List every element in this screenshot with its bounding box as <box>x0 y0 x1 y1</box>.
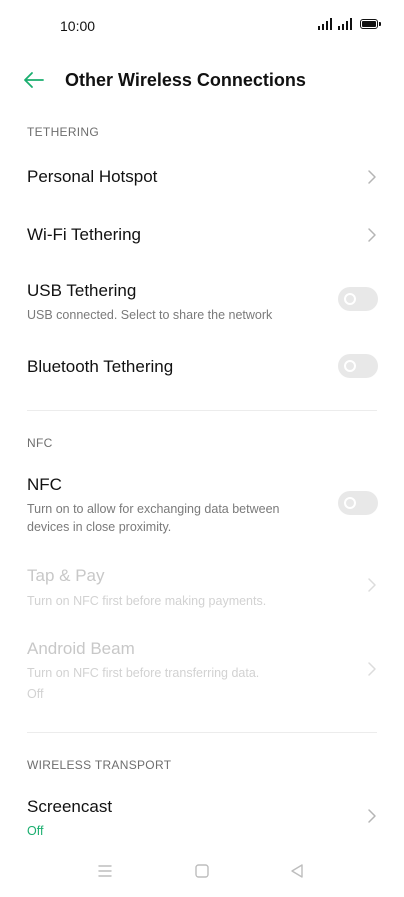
row-subtitle: USB connected. Select to share the netwo… <box>27 308 273 322</box>
section-header-nfc: NFC <box>27 436 53 450</box>
signal-icon <box>338 18 352 30</box>
tap-pay-row[interactable]: Tap & Pay Turn on NFC first before makin… <box>0 558 404 612</box>
row-status: Off <box>27 687 44 701</box>
divider <box>27 410 377 411</box>
wifi-tethering-row[interactable]: Wi-Fi Tethering <box>0 208 404 262</box>
bluetooth-tethering-toggle[interactable] <box>338 354 378 378</box>
menu-icon[interactable] <box>97 863 113 879</box>
chevron-right-icon <box>368 578 376 592</box>
screencast-row[interactable]: Screencast Off <box>0 788 404 844</box>
row-subtitle: Turn on NFC first before transferring da… <box>27 666 260 680</box>
row-title: Screencast <box>27 797 113 816</box>
chevron-right-icon <box>368 662 376 676</box>
status-time: 10:00 <box>60 18 96 34</box>
navigation-bar <box>0 855 404 891</box>
row-subtitle: Turn on to allow for exchanging data bet… <box>27 502 280 516</box>
chevron-right-icon <box>368 170 376 184</box>
row-title: NFC <box>27 475 62 494</box>
bluetooth-tethering-row[interactable]: Bluetooth Tethering <box>0 340 404 394</box>
android-beam-row[interactable]: Android Beam Turn on NFC first before tr… <box>0 631 404 707</box>
header: Other Wireless Connections <box>0 58 404 102</box>
row-subtitle: Turn on NFC first before making payments… <box>27 594 267 608</box>
arrow-left-icon[interactable] <box>22 68 46 92</box>
nfc-toggle[interactable] <box>338 491 378 515</box>
row-title: USB Tethering <box>27 281 137 300</box>
back-icon[interactable] <box>289 863 305 879</box>
status-bar: 10:00 <box>0 0 404 50</box>
row-title: Wi-Fi Tethering <box>27 225 141 244</box>
signal-icon <box>318 18 332 30</box>
section-header-wireless-transport: WIRELESS TRANSPORT <box>27 758 172 772</box>
page-title: Other Wireless Connections <box>65 70 306 90</box>
section-header-tethering: TETHERING <box>27 125 100 139</box>
battery-icon <box>360 19 381 29</box>
home-icon[interactable] <box>194 863 210 879</box>
row-title: Personal Hotspot <box>27 167 158 186</box>
usb-tethering-toggle[interactable] <box>338 287 378 311</box>
row-status: Off <box>27 824 44 838</box>
row-subtitle: devices in close proximity. <box>27 520 172 534</box>
personal-hotspot-row[interactable]: Personal Hotspot <box>0 150 404 204</box>
row-title: Bluetooth Tethering <box>27 357 174 376</box>
chevron-right-icon <box>368 809 376 823</box>
status-icons <box>318 18 381 30</box>
row-title: Android Beam <box>27 639 135 658</box>
row-title: Tap & Pay <box>27 566 105 585</box>
usb-tethering-row[interactable]: USB Tethering USB connected. Select to s… <box>0 272 404 332</box>
divider <box>27 732 377 733</box>
nfc-row[interactable]: NFC Turn on to allow for exchanging data… <box>0 466 404 542</box>
chevron-right-icon <box>368 228 376 242</box>
